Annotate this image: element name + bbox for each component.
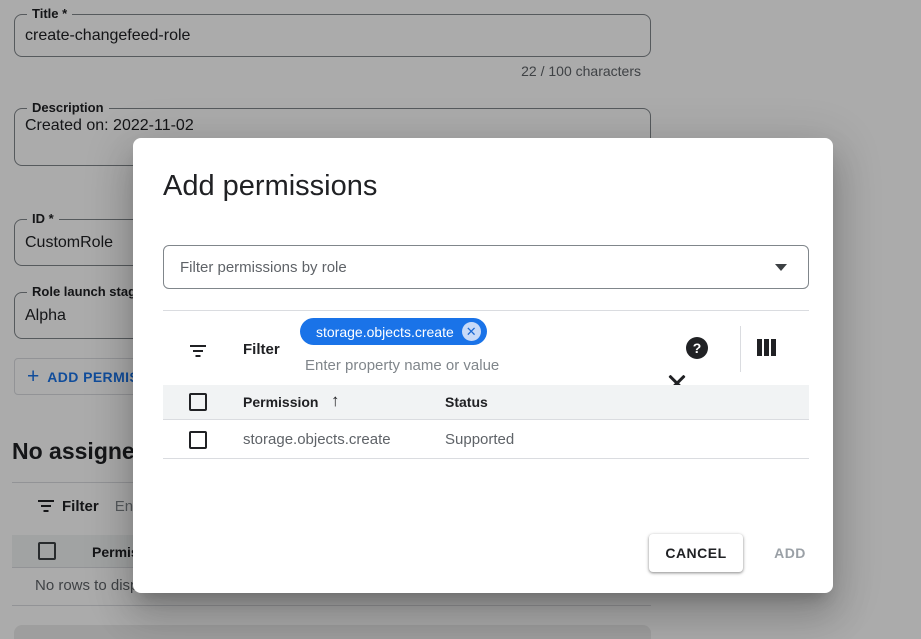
filter-help-button[interactable]: ?	[686, 337, 708, 359]
column-display-options-button[interactable]	[757, 339, 776, 356]
permission-column-header[interactable]: Permission	[243, 394, 318, 410]
status-column-header[interactable]: Status	[445, 394, 488, 410]
filter-chip-label: storage.objects.create	[316, 324, 454, 340]
add-permissions-dialog: Add permissions Filter permissions by ro…	[133, 138, 833, 593]
filter-chip-storage-objects-create[interactable]: storage.objects.create ✕	[300, 318, 487, 345]
chip-remove-icon[interactable]: ✕	[462, 322, 481, 341]
filter-label: Filter	[243, 341, 280, 358]
dialog-title: Add permissions	[163, 170, 377, 203]
row-checkbox[interactable]	[189, 431, 207, 449]
select-all-checkbox[interactable]	[189, 393, 207, 411]
arrow-drop-down-icon	[775, 264, 787, 271]
permissions-table-header: Permission ↑ Status	[163, 385, 809, 420]
toolbar-divider	[740, 326, 741, 372]
permission-cell: storage.objects.create	[243, 431, 391, 448]
cancel-button[interactable]: CANCEL	[649, 534, 743, 572]
columns-icon	[757, 339, 762, 356]
screen: Title * create-changefeed-role 22 / 100 …	[0, 0, 921, 639]
help-icon: ?	[686, 337, 708, 359]
add-button[interactable]: ADD	[759, 534, 821, 572]
filter-permissions-by-role-select[interactable]: Filter permissions by role	[163, 245, 809, 289]
filter-toolbar: Filter storage.objects.create ✕	[163, 311, 809, 385]
filter-icon	[190, 345, 206, 358]
sort-ascending-icon[interactable]: ↑	[331, 391, 340, 411]
role-select-placeholder: Filter permissions by role	[180, 259, 347, 276]
table-row[interactable]: storage.objects.create Supported	[163, 421, 809, 459]
filter-input[interactable]	[305, 354, 635, 376]
status-cell: Supported	[445, 431, 514, 448]
